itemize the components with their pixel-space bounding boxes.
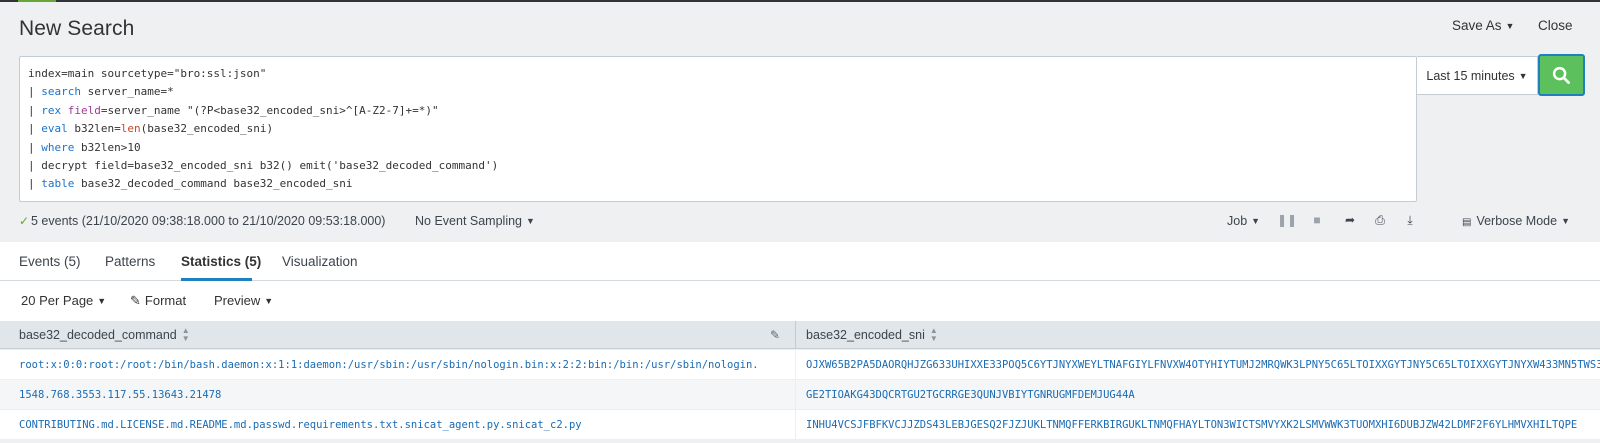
query-token [61,104,68,117]
caret-down-icon: ▼ [264,296,274,306]
results-tabs: Events (5) Patterns Statistics (5) Visua… [0,242,1600,281]
column-header-encoded-sni[interactable]: base32_encoded_sni ▲ ▼ [806,321,938,349]
caret-down-icon: ▼ [1505,21,1515,31]
column-divider [795,321,796,349]
column-divider [795,410,796,439]
job-menu[interactable]: Job ▼ [1227,214,1260,228]
per-page-dropdown[interactable]: 20 Per Page ▼ [21,293,106,308]
query-token: (base32_encoded_sni) [140,122,274,136]
column-divider [795,350,796,379]
time-range-label: Last 15 minutes [1426,68,1515,83]
caret-down-icon: ▼ [1518,70,1528,81]
table-row[interactable]: root:x:0:0:root:/root:/bin/bash.daemon:x… [0,350,1600,380]
column-edit-icon[interactable]: ✎ [770,321,780,349]
check-icon: ✓ [19,214,30,228]
search-query-text[interactable]: index=main sourcetype="bro:ssl:json" | se… [20,57,1416,194]
caret-down-icon: ▼ [97,296,107,306]
close-button[interactable]: Close [1538,18,1573,33]
preview-label: Preview [214,293,261,308]
decoded-command-cell[interactable]: CONTRIBUTING.md.LICENSE.md.README.md.pas… [19,410,787,439]
query-token: table [41,177,75,191]
query-token: b32len= [67,122,121,136]
page-header: New Search Save As ▼ Close [0,2,1600,54]
search-button[interactable] [1538,54,1585,96]
query-token: where [41,140,75,154]
stop-icon[interactable]: ■ [1310,213,1324,227]
query-token: | [28,103,42,117]
decoded-command-cell[interactable]: root:x:0:0:root:/root:/bin/bash.daemon:x… [19,350,787,379]
tab-statistics[interactable]: Statistics (5) [181,254,261,269]
query-token: field [67,103,101,117]
caret-down-icon: ▼ [1561,216,1570,226]
encoded-sni-cell[interactable]: GE2TIOAKG43DQCRTGU2TGCRRGE3QUNJVBIYTGNRU… [806,380,1600,409]
query-token: eval [41,122,68,136]
query-line: | decrypt field=base32_encoded_sni b32()… [20,157,1416,175]
query-line: | search server_name=* [20,83,1416,101]
sort-icon[interactable]: ▲ ▼ [930,327,938,343]
query-token: rex [41,103,62,117]
events-count-text: 5 events (21/10/2020 09:38:18.000 to 21/… [31,214,386,228]
query-token: | [28,140,42,154]
save-as-button[interactable]: Save As ▼ [1452,18,1514,33]
tab-events[interactable]: Events (5) [19,254,81,269]
search-status-bar: ✓ 5 events (21/10/2020 09:38:18.000 to 2… [0,208,1600,240]
query-line: | eval b32len=len(base32_encoded_sni) [20,120,1416,138]
query-token: index=main sourcetype="bro:ssl:json" [28,67,267,80]
print-icon[interactable]: ⎙ [1373,213,1387,227]
table-header: base32_decoded_command ▲ ▼ ✎ base32_encode… [0,321,1600,349]
query-line: | where b32len>10 [20,139,1416,157]
query-token: base32_decoded_command base32_encoded_sn… [74,177,353,191]
query-token: b32len>10 [74,140,141,154]
share-icon[interactable]: ➦ [1343,213,1357,227]
magnifier-icon [1552,66,1570,84]
per-page-label: 20 Per Page [21,293,94,308]
query-token: =server_name "(?P<base32_encoded_sni>^[A… [100,103,439,117]
pencil-icon: ✎ [130,293,141,308]
job-label: Job [1227,214,1248,228]
sampling-label: No Event Sampling [415,214,523,228]
query-line: | table base32_decoded_command base32_en… [20,175,1416,193]
format-label: Format [144,293,187,308]
query-line: | rex field=server_name "(?P<base32_enco… [20,102,1416,120]
query-token: search [41,85,81,99]
encoded-sni-cell[interactable]: OJXW65B2PA5DAORQHJZG633UHIXXE33POQ5C6YTJ… [806,350,1600,379]
page-title: New Search [19,17,135,40]
sort-icon[interactable]: ▲ ▼ [182,327,190,343]
query-token: server_name=* [81,85,174,99]
query-line: index=main sourcetype="bro:ssl:json" [20,65,1416,83]
encoded-sni-cell[interactable]: INHU4VCSJFBFKVCJJZDS43LEBJGESQ2FJZJUKLTN… [806,410,1600,439]
caret-down-icon: ▼ [526,216,535,226]
query-token: | [28,177,42,191]
column-divider [795,380,796,409]
search-mode-dropdown[interactable]: ▤ Verbose Mode ▼ [1462,214,1570,228]
column-header-label: base32_decoded_command [19,328,177,342]
mode-label: Verbose Mode [1476,214,1558,228]
query-token: len [120,122,141,136]
pause-icon[interactable]: ❚❚ [1277,213,1297,227]
query-token: | decrypt field=base32_encoded_sni b32()… [28,159,499,173]
column-header-label: base32_encoded_sni [806,328,925,342]
results-toolbar: 20 Per Page ▼ ✎ Format Preview ▼ [0,281,1600,321]
tab-visualization[interactable]: Visualization [282,254,358,269]
export-icon[interactable]: ⤓ [1403,213,1417,227]
save-as-label: Save As [1452,18,1502,33]
table-row[interactable]: CONTRIBUTING.md.LICENSE.md.README.md.pas… [0,410,1600,440]
tab-patterns[interactable]: Patterns [105,254,155,269]
query-token: | [28,122,42,136]
search-query-editor[interactable]: index=main sourcetype="bro:ssl:json" | se… [19,56,1417,202]
column-header-decoded-command[interactable]: base32_decoded_command ▲ ▼ [19,321,190,349]
format-button[interactable]: ✎ Format [130,293,186,309]
time-range-picker[interactable]: Last 15 minutes ▼ [1417,56,1538,95]
caret-down-icon: ▼ [1251,216,1261,226]
query-token: | [28,85,42,99]
mode-icon: ▤ [1462,217,1472,228]
preview-dropdown[interactable]: Preview ▼ [214,293,273,308]
table-row[interactable]: 1548.768.3553.117.55.13643.21478 GE2TIOAK… [0,380,1600,410]
event-sampling-dropdown[interactable]: No Event Sampling ▼ [415,214,535,228]
decoded-command-cell[interactable]: 1548.768.3553.117.55.13643.21478 [19,380,787,409]
